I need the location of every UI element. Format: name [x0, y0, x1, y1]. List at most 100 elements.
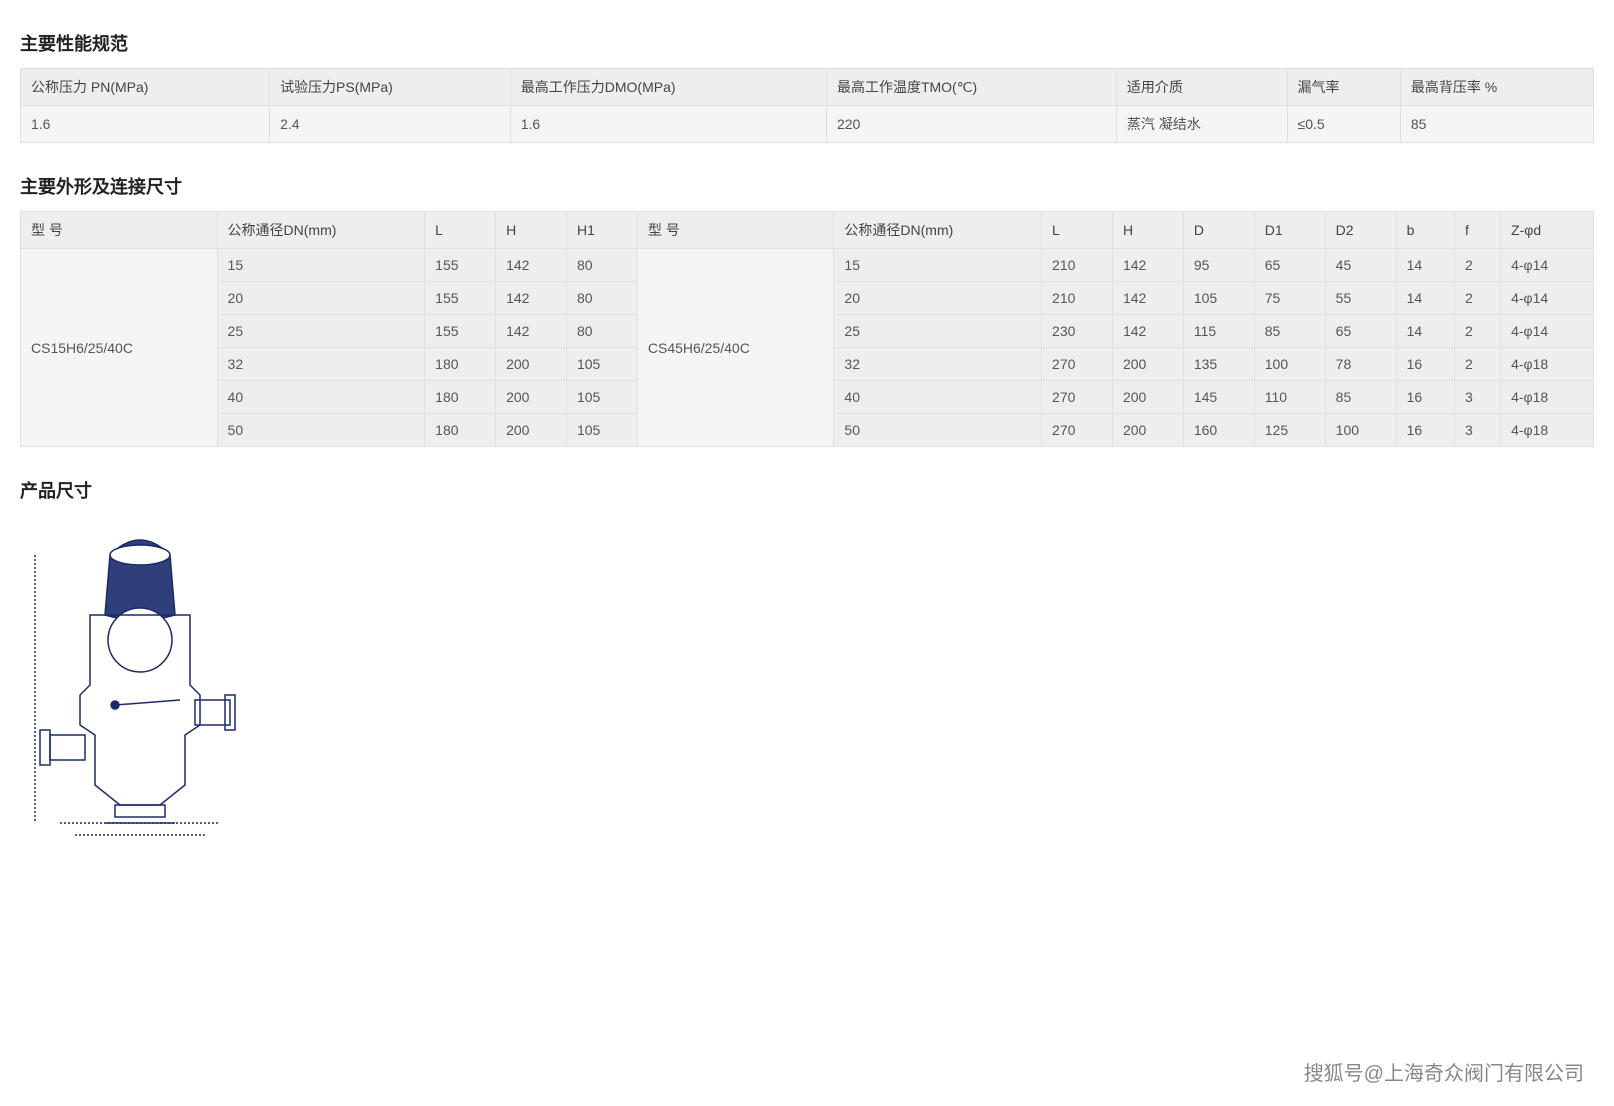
dim-cell: 4-φ14: [1501, 282, 1594, 315]
dim-cell: 115: [1183, 315, 1254, 348]
dim-cell: 45: [1325, 249, 1396, 282]
dim-cell: 4-φ18: [1501, 414, 1594, 447]
spec-cell: 1.6: [21, 106, 270, 143]
spec-header: 最高工作温度TMO(℃): [826, 69, 1116, 106]
dim-cell: 20: [834, 282, 1042, 315]
dim-header: L: [1042, 212, 1113, 249]
dim-cell: 200: [1112, 348, 1183, 381]
dim-header: b: [1396, 212, 1454, 249]
dim-cell: 100: [1325, 414, 1396, 447]
dim-header: H1: [566, 212, 637, 249]
dim-cell: 32: [834, 348, 1042, 381]
dim-cell: 210: [1042, 282, 1113, 315]
dim-header: 型 号: [21, 212, 218, 249]
dim-cell: 3: [1455, 414, 1501, 447]
dim-cell: 55: [1325, 282, 1396, 315]
spec-header: 试验压力PS(MPa): [270, 69, 511, 106]
table-header-row: 型 号 公称通径DN(mm) L H H1 型 号 公称通径DN(mm) L H…: [21, 212, 1594, 249]
dim-header: f: [1455, 212, 1501, 249]
dim-header: 公称通径DN(mm): [834, 212, 1042, 249]
spec-cell: 220: [826, 106, 1116, 143]
dim-cell: 230: [1042, 315, 1113, 348]
dim-cell: 100: [1254, 348, 1325, 381]
dim-cell: 270: [1042, 381, 1113, 414]
dim-cell: 142: [496, 282, 567, 315]
spec-header: 漏气率: [1287, 69, 1400, 106]
spec-cell: ≤0.5: [1287, 106, 1400, 143]
table-row: 1.6 2.4 1.6 220 蒸汽 凝结水 ≤0.5 85: [21, 106, 1594, 143]
dim-cell: 210: [1042, 249, 1113, 282]
dim-header: 公称通径DN(mm): [217, 212, 425, 249]
dim-header: D: [1183, 212, 1254, 249]
spec-header: 最高背压率 %: [1400, 69, 1593, 106]
dim-cell: 65: [1254, 249, 1325, 282]
dim-cell: 25: [834, 315, 1042, 348]
dim-cell: 4-φ14: [1501, 315, 1594, 348]
dim-cell: 16: [1396, 348, 1454, 381]
dim-cell: 80: [566, 249, 637, 282]
dim-cell: 105: [1183, 282, 1254, 315]
dim-cell: 145: [1183, 381, 1254, 414]
dim-cell: 3: [1455, 381, 1501, 414]
table-row: CS15H6/25/40C1515514280CS45H6/25/40C1521…: [21, 249, 1594, 282]
dim-cell: 135: [1183, 348, 1254, 381]
dim-cell: 16: [1396, 414, 1454, 447]
dim-cell: 180: [425, 381, 496, 414]
dim-cell: 16: [1396, 381, 1454, 414]
dim-cell: 20: [217, 282, 425, 315]
dim-cell: 2: [1455, 348, 1501, 381]
section3-title: 产品尺寸: [20, 477, 1594, 503]
dim-header: H: [496, 212, 567, 249]
dim-cell: 80: [566, 282, 637, 315]
dim-cell: 85: [1325, 381, 1396, 414]
spec-header: 最高工作压力DMO(MPa): [510, 69, 826, 106]
model-b-cell: CS45H6/25/40C: [637, 249, 834, 447]
dim-cell: 270: [1042, 348, 1113, 381]
dim-cell: 142: [1112, 249, 1183, 282]
dim-cell: 14: [1396, 282, 1454, 315]
dim-cell: 4-φ18: [1501, 348, 1594, 381]
dim-cell: 110: [1254, 381, 1325, 414]
dim-cell: 105: [566, 414, 637, 447]
dim-header: D2: [1325, 212, 1396, 249]
dim-cell: 40: [217, 381, 425, 414]
section1-title: 主要性能规范: [20, 30, 1594, 56]
dim-cell: 32: [217, 348, 425, 381]
dim-cell: 78: [1325, 348, 1396, 381]
dim-header: Z-φd: [1501, 212, 1594, 249]
dim-cell: 160: [1183, 414, 1254, 447]
dim-cell: 105: [566, 348, 637, 381]
dim-cell: 80: [566, 315, 637, 348]
dim-cell: 155: [425, 249, 496, 282]
spec-cell: 蒸汽 凝结水: [1116, 106, 1287, 143]
dim-cell: 200: [1112, 414, 1183, 447]
table-header-row: 公称压力 PN(MPa) 试验压力PS(MPa) 最高工作压力DMO(MPa) …: [21, 69, 1594, 106]
dim-cell: 105: [566, 381, 637, 414]
dim-cell: 65: [1325, 315, 1396, 348]
dim-cell: 40: [834, 381, 1042, 414]
dimensions-table: 型 号 公称通径DN(mm) L H H1 型 号 公称通径DN(mm) L H…: [20, 211, 1594, 447]
dim-cell: 14: [1396, 315, 1454, 348]
dim-cell: 142: [1112, 282, 1183, 315]
dim-cell: 142: [1112, 315, 1183, 348]
dim-cell: 125: [1254, 414, 1325, 447]
dim-cell: 142: [496, 315, 567, 348]
dim-cell: 15: [217, 249, 425, 282]
spec-cell: 2.4: [270, 106, 511, 143]
dim-cell: 200: [496, 348, 567, 381]
section2-title: 主要外形及连接尺寸: [20, 173, 1594, 199]
performance-spec-table: 公称压力 PN(MPa) 试验压力PS(MPa) 最高工作压力DMO(MPa) …: [20, 68, 1594, 143]
dim-cell: 4-φ18: [1501, 381, 1594, 414]
dim-cell: 180: [425, 414, 496, 447]
dim-header: H: [1112, 212, 1183, 249]
dim-header: L: [425, 212, 496, 249]
dim-cell: 200: [496, 414, 567, 447]
dim-cell: 2: [1455, 282, 1501, 315]
spec-header: 公称压力 PN(MPa): [21, 69, 270, 106]
dim-cell: 4-φ14: [1501, 249, 1594, 282]
watermark-text: 搜狐号@上海奇众阀门有限公司: [1304, 1057, 1584, 1086]
dim-cell: 142: [496, 249, 567, 282]
dim-cell: 155: [425, 282, 496, 315]
dim-cell: 2: [1455, 249, 1501, 282]
dim-cell: 155: [425, 315, 496, 348]
